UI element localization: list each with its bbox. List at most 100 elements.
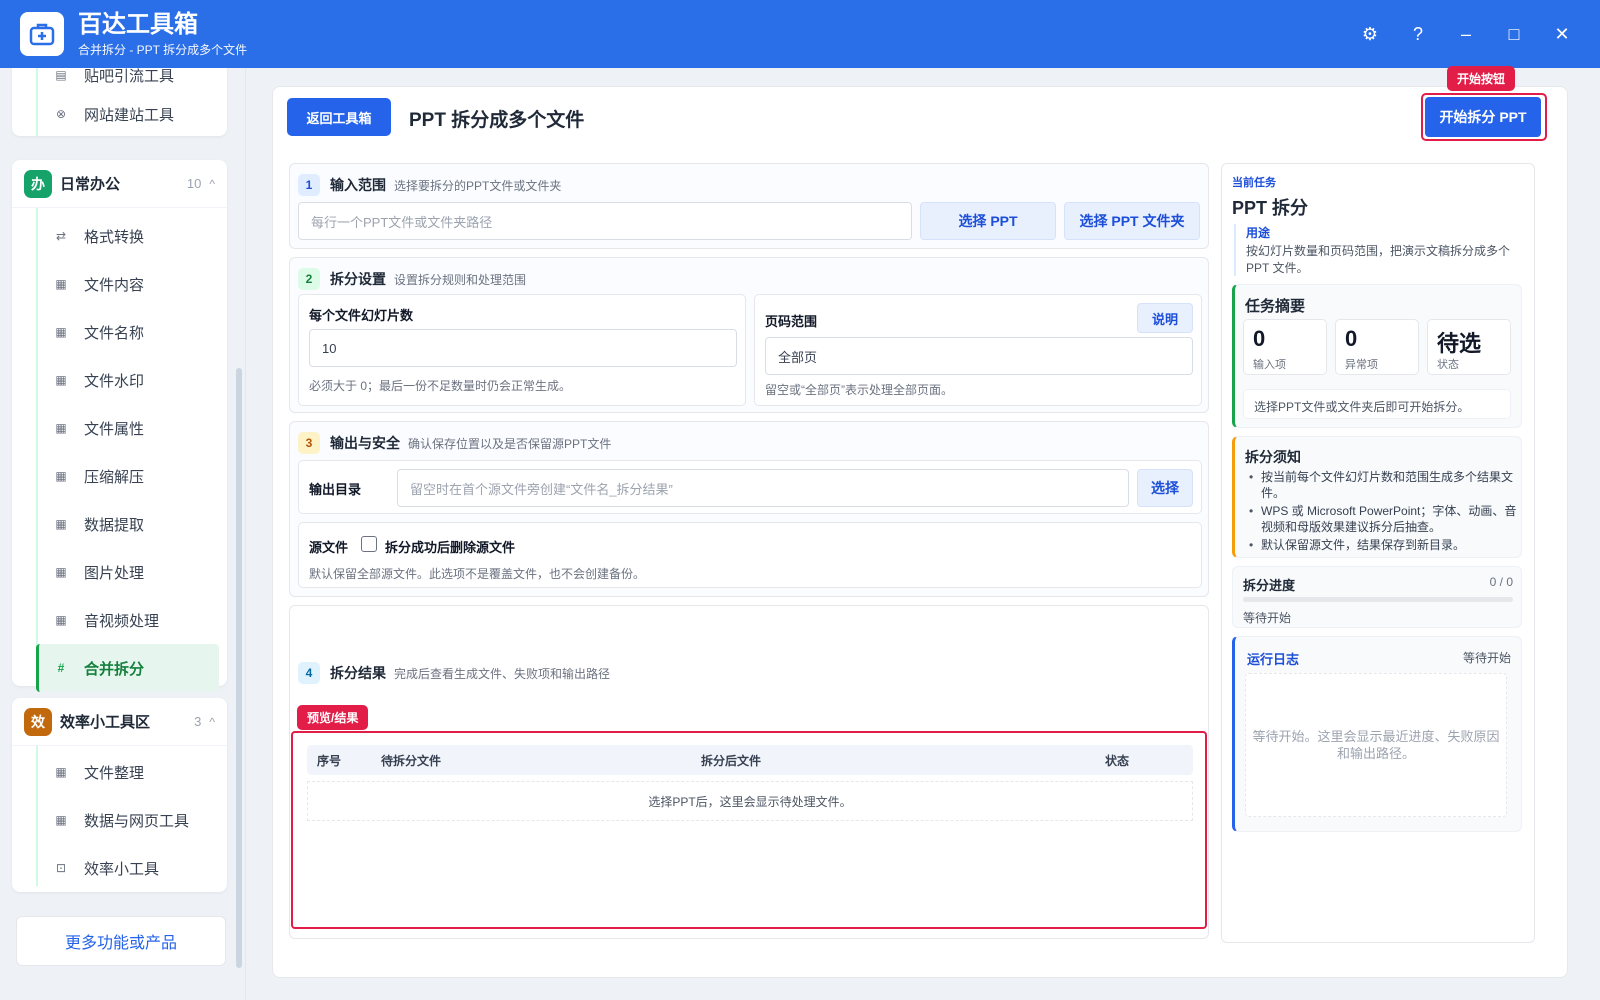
- section-desc: 设置拆分规则和处理范围: [394, 272, 527, 287]
- page-range-card: 页码范围 说明 全部页 留空或“全部页”表示处理全部页面。: [754, 294, 1202, 406]
- section-desc: 确认保存位置以及是否保留源PPT文件: [408, 436, 612, 451]
- group-badge: 办: [24, 169, 52, 198]
- delete-source-checkbox[interactable]: [361, 536, 377, 552]
- group-badge: 效: [24, 707, 52, 736]
- sidebar-item-filename[interactable]: ▦ 文件名称: [12, 308, 227, 356]
- maximize-button[interactable]: □: [1490, 18, 1538, 50]
- chevron-up-icon[interactable]: ^: [209, 715, 215, 729]
- range-help-button[interactable]: 说明: [1137, 303, 1193, 333]
- grid-icon: ▦: [55, 565, 67, 579]
- globe-icon: ⊗: [55, 107, 67, 121]
- document-icon: ▤: [55, 68, 67, 82]
- stat-status: 待选 状态: [1427, 319, 1511, 375]
- help-icon[interactable]: ?: [1394, 18, 1442, 50]
- select-ppt-folder-button[interactable]: 选择 PPT 文件夹: [1064, 202, 1200, 240]
- log-status: 等待开始: [1462, 651, 1511, 665]
- usage-label: 用途: [1246, 226, 1271, 240]
- sidebar-item-website[interactable]: ⊗ 网站建站工具: [12, 92, 227, 136]
- sidebar-item-organize[interactable]: ▦ 文件整理: [12, 748, 227, 796]
- sidebar-group-office: 办 日常办公 10 ^ ⇄ 格式转换 ▦ 文件内容 ▦ 文件名称 ▦ 文件水印 ▦ 文件属…: [12, 160, 227, 692]
- stat-input: 0 输入项: [1243, 319, 1327, 375]
- toolbox-icon: [20, 12, 64, 56]
- input-paths-textarea[interactable]: 每行一个PPT文件或文件夹路径: [298, 202, 912, 240]
- grid-icon: ▦: [55, 469, 67, 483]
- sidebar-item-format[interactable]: ⇄ 格式转换: [12, 212, 227, 260]
- settings-icon[interactable]: ⚙: [1346, 18, 1394, 50]
- progress-title: 拆分进度: [1243, 578, 1296, 593]
- output-dir-input[interactable]: 留空时在首个源文件旁创建“文件名_拆分结果”: [397, 469, 1129, 507]
- page-title: PPT 拆分成多个文件: [409, 110, 585, 131]
- group-header-office[interactable]: 办 日常办公 10 ^: [12, 160, 227, 208]
- start-tag: 开始按钮: [1447, 66, 1516, 91]
- sidebar-item-extract[interactable]: ▦ 数据提取: [12, 500, 227, 548]
- section-title: 输出与安全: [330, 435, 400, 451]
- notice-card: 拆分须知 按当前每个文件幻灯片数和范围生成多个结果文件。 WPS 或 Micro…: [1232, 436, 1522, 558]
- section-title: 拆分设置: [330, 271, 386, 287]
- toolbox-icon: ⊡: [55, 861, 67, 875]
- step-number: 2: [298, 268, 320, 290]
- stat-error: 0 异常项: [1335, 319, 1419, 375]
- sidebar-item-properties[interactable]: ▦ 文件属性: [12, 404, 227, 452]
- range-hint: 留空或“全部页”表示处理全部页面。: [765, 383, 953, 397]
- slides-per-file-card: 每个文件幻灯片数 10 必须大于 0；最后一份不足数量时仍会正常生成。: [298, 294, 746, 406]
- group-count: 3: [194, 714, 202, 729]
- section-desc: 选择要拆分的PPT文件或文件夹: [394, 178, 562, 193]
- step-number: 4: [298, 662, 320, 684]
- log-area[interactable]: 等待开始。这里会显示最近进度、失败原因和输出路径。: [1245, 673, 1507, 817]
- sidebar-item-tieba[interactable]: ▤ 贴吧引流工具: [12, 68, 227, 92]
- grid-icon: ▦: [55, 813, 67, 827]
- page-range-input[interactable]: 全部页: [765, 337, 1193, 375]
- select-output-button[interactable]: 选择: [1137, 469, 1193, 507]
- sidebar-scrollbar[interactable]: [236, 368, 242, 968]
- minimize-button[interactable]: –: [1442, 18, 1490, 50]
- select-ppt-button[interactable]: 选择 PPT: [920, 202, 1056, 240]
- grid-icon: ▦: [55, 421, 67, 435]
- grid-icon: ▦: [55, 613, 67, 627]
- sidebar-item-compress[interactable]: ▦ 压缩解压: [12, 452, 227, 500]
- group-header-efficiency[interactable]: 效 效率小工具区 3 ^: [12, 698, 227, 746]
- start-split-button[interactable]: 开始拆分 PPT: [1425, 97, 1541, 137]
- output-label: 输出目录: [309, 482, 362, 497]
- progress-card: 拆分进度 0 / 0 等待开始: [1232, 566, 1522, 628]
- more-products-button[interactable]: 更多功能或产品: [16, 916, 226, 966]
- app-subtitle: 合并拆分 - PPT 拆分成多个文件: [78, 42, 248, 57]
- slides-hint: 必须大于 0；最后一份不足数量时仍会正常生成。: [309, 379, 572, 393]
- group-title: 日常办公: [60, 176, 121, 193]
- table-header: 序号 待拆分文件 拆分后文件 状态: [307, 745, 1193, 775]
- chevron-up-icon[interactable]: ^: [209, 177, 215, 191]
- source-label: 源文件: [309, 540, 349, 555]
- section-settings: 2 拆分设置 设置拆分规则和处理范围 每个文件幻灯片数 10 必须大于 0；最后…: [289, 257, 1209, 413]
- swap-icon: ⇄: [55, 229, 67, 243]
- sidebar-item-web-tools[interactable]: ▦ 数据与网页工具: [12, 796, 227, 844]
- sidebar-item-media[interactable]: ▦ 音视频处理: [12, 596, 227, 644]
- column-source-file: 待拆分文件: [381, 753, 442, 768]
- task-label: 当前任务: [1232, 177, 1276, 189]
- results-table: 序号 待拆分文件 拆分后文件 状态 选择PPT后，这里会显示待处理文件。: [291, 731, 1207, 929]
- output-dir-card: 输出目录 留空时在首个源文件旁创建“文件名_拆分结果” 选择: [298, 460, 1202, 514]
- column-status: 状态: [1105, 753, 1130, 768]
- sidebar-item-merge-split[interactable]: # 合并拆分: [36, 644, 219, 692]
- back-button[interactable]: 返回工具箱: [287, 98, 391, 136]
- slides-per-file-input[interactable]: 10: [309, 329, 737, 367]
- progress-count: 0 / 0: [1489, 575, 1513, 589]
- close-button[interactable]: ✕: [1538, 18, 1586, 50]
- section-output: 3 输出与安全 确认保存位置以及是否保留源PPT文件 输出目录 留空时在首个源文…: [289, 421, 1209, 597]
- group-title: 效率小工具区: [60, 714, 151, 731]
- summary-hint: 选择PPT文件或文件夹后即可开始拆分。: [1243, 389, 1511, 419]
- usage-text: 按幻灯片数量和页码范围，把演示文稿拆分成多个 PPT 文件。: [1246, 244, 1511, 275]
- grid-icon: ▦: [55, 277, 67, 291]
- sidebar-item-watermark[interactable]: ▦ 文件水印: [12, 356, 227, 404]
- summary-card: 任务摘要 0 输入项 0 异常项 待选 状态 选择PPT文件或文件夹后即可开始拆分。: [1232, 284, 1522, 428]
- progress-status: 等待开始: [1243, 611, 1292, 625]
- column-output-file: 拆分后文件: [701, 753, 762, 768]
- grid-icon: ▦: [55, 517, 67, 531]
- sidebar-item-mini-tools[interactable]: ⊡ 效率小工具: [12, 844, 227, 892]
- section-title: 拆分结果: [330, 665, 386, 681]
- section-title: 输入范围: [330, 177, 386, 193]
- app-title: 百达工具箱: [78, 10, 198, 38]
- delete-source-label[interactable]: 拆分成功后删除源文件: [385, 537, 515, 556]
- notice-item: 默认保留源文件，结果保存到新目录。: [1247, 537, 1519, 553]
- sidebar-item-image[interactable]: ▦ 图片处理: [12, 548, 227, 596]
- table-empty-message: 选择PPT后，这里会显示待处理文件。: [307, 781, 1193, 821]
- sidebar-item-content[interactable]: ▦ 文件内容: [12, 260, 227, 308]
